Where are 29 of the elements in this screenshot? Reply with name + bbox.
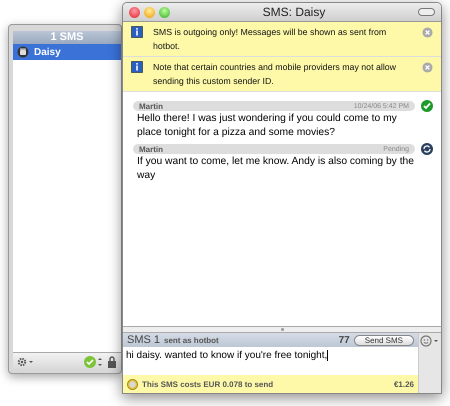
coin-icon [127,378,138,390]
dismiss-icon[interactable] [422,27,433,38]
balance-text: €1.26 [394,380,414,388]
close-button[interactable] [129,6,140,18]
window-title: SMS: Daisy [262,5,326,19]
zoom-button[interactable] [159,6,170,18]
lock-icon[interactable] [107,356,117,368]
notice-text: SMS is outgoing only! Messages will be shown as sent from hotbot. [153,26,388,53]
sms-counter-label: SMS 1 [127,334,160,346]
info-icon [131,26,143,38]
gear-menu-icon[interactable] [17,357,35,367]
send-sms-button[interactable]: Send SMS [354,334,414,346]
contact-item[interactable]: Daisy [13,44,121,60]
sender-name: Martin [139,102,163,110]
list-header: 1 SMS [13,31,121,44]
message-text: If you want to come, let me know. Andy is also coming by the way [136,155,416,183]
sender-label: sent as hotbot [164,336,219,344]
message-text: Hello there! I was just wondering if you could come to my place tonight for a pizza and some movies? [136,112,398,140]
dismiss-icon[interactable] [422,62,433,73]
toolbar-toggle-button[interactable] [418,8,435,16]
characters-left: 77 [338,334,350,346]
sender-name: Martin [139,144,163,154]
smiley-menu-icon[interactable] [420,335,440,347]
info-icon [131,61,143,73]
message-input[interactable]: hi daisy. wanted to know if you're free tonight, [123,347,418,375]
notice-text: Note that certain countries and mobile providers may not allow sending this custom sender ID. [153,61,398,88]
phone-icon [17,46,29,58]
status-icon[interactable] [83,355,103,369]
cost-text: This SMS costs EUR 0.078 to send [142,380,274,388]
